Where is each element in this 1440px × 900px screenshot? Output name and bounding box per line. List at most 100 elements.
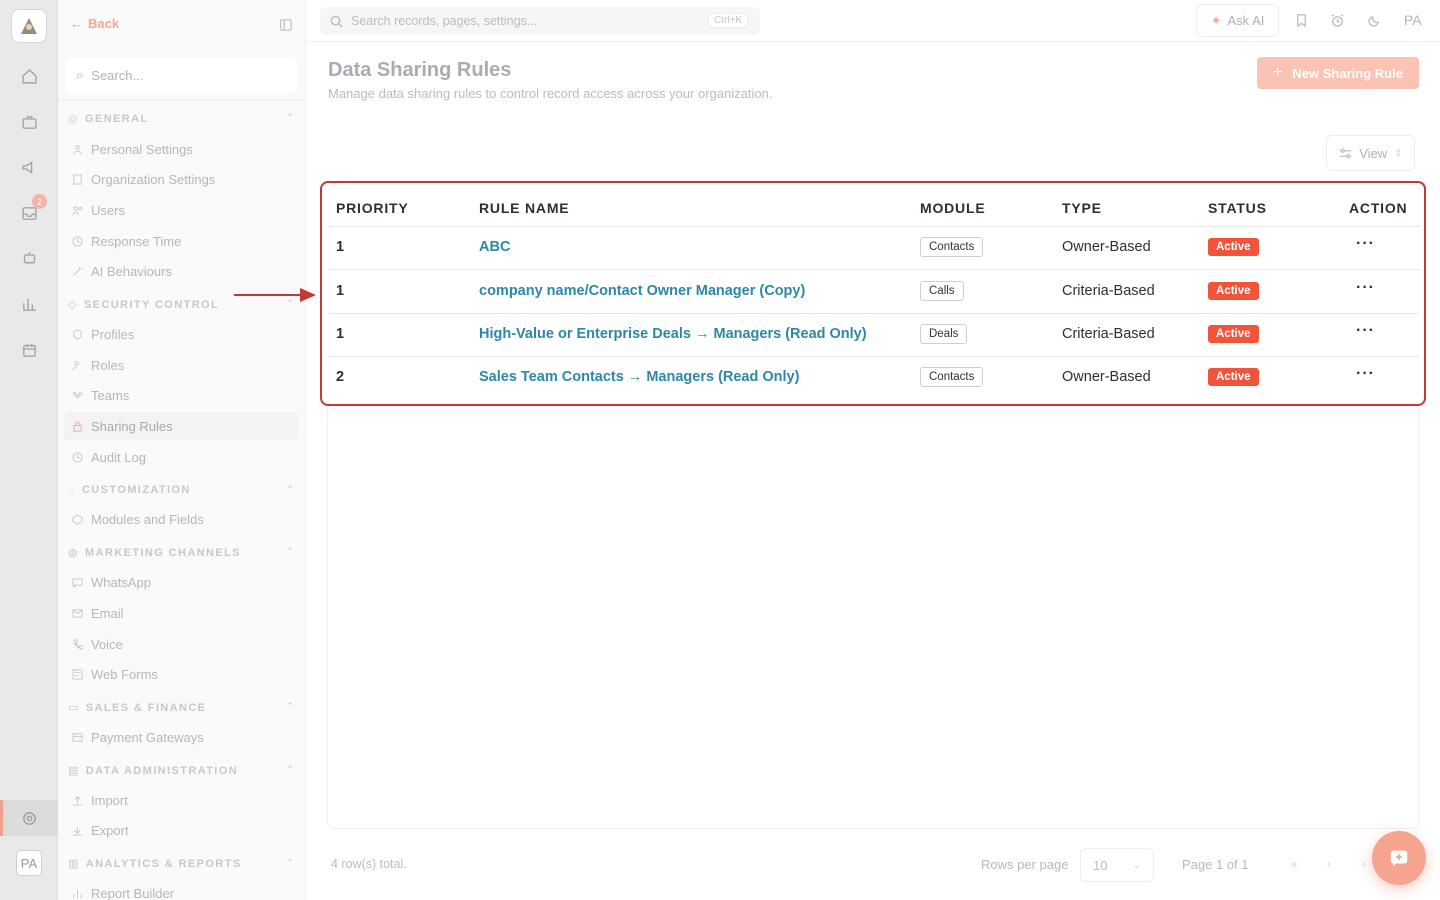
sidebar-item-roles[interactable]: Roles [72, 353, 298, 377]
type-cell: Criteria-Based [1062, 283, 1155, 299]
status-badge: Active [1208, 238, 1259, 256]
sidebar-item-ai-behaviours[interactable]: AI Behaviours [72, 259, 298, 283]
sidebar-item-teams[interactable]: Teams [72, 383, 298, 407]
sidebar-item-import[interactable]: Import [72, 788, 298, 812]
table-header: PRIORITY RULE NAME MODULE TYPE STATUS AC… [328, 187, 1420, 227]
form-icon [72, 668, 83, 680]
sidebar-item-label: Payment Gateways [91, 729, 204, 745]
download-icon [72, 826, 83, 836]
user-avatar[interactable]: PA [16, 850, 42, 876]
sidebar-item-label: Sharing Rules [91, 418, 173, 434]
sidebar-item-export[interactable]: Export [72, 818, 298, 842]
row-actions-menu-icon[interactable]: ··· [1356, 365, 1375, 383]
column-header-rule-name[interactable]: RULE NAME [479, 200, 569, 216]
phone-icon [73, 638, 83, 650]
view-label: View [1359, 145, 1388, 161]
column-header-status[interactable]: STATUS [1208, 200, 1267, 216]
back-label: Back [88, 16, 120, 31]
sidebar-item-label: Modules and Fields [91, 511, 204, 527]
table-row[interactable]: 1 company name/Contact Owner Manager (Co… [328, 271, 1420, 314]
rule-name-link[interactable]: Sales Team Contacts → Managers (Read Onl… [479, 369, 799, 385]
sidebar-item-audit-log[interactable]: Audit Log [72, 445, 298, 469]
new-sharing-rule-button[interactable]: + New Sharing Rule [1257, 57, 1419, 89]
ask-ai-button[interactable]: ✦ Ask AI [1196, 4, 1279, 37]
sidebar-item-organization-settings[interactable]: Organization Settings [72, 167, 298, 191]
sidebar-item-label: WhatsApp [91, 574, 151, 590]
chat-plus-icon [1390, 850, 1408, 867]
table-row[interactable]: 1 ABC Contacts Owner-Based Active ··· [328, 227, 1420, 270]
settings-icon[interactable] [19, 808, 39, 828]
chat-support-button[interactable] [1372, 831, 1426, 885]
sidebar-item-label: Organization Settings [91, 171, 216, 187]
home-icon[interactable] [19, 66, 39, 86]
first-page-icon[interactable]: « [1282, 852, 1306, 876]
robot-icon[interactable] [19, 248, 39, 268]
row-actions-menu-icon[interactable]: ··· [1356, 322, 1375, 340]
rows-per-page-select[interactable]: 10 ⌄ [1080, 848, 1154, 882]
section-general[interactable]: ◎ GENERAL ⌃ [68, 112, 296, 125]
sidebar-search-input[interactable]: ⌕ Search... [66, 58, 298, 92]
page-subtitle: Manage data sharing rules to control rec… [328, 86, 773, 101]
section-marketing-channels[interactable]: ◍ MARKETING CHANNELS ⌃ [68, 546, 296, 559]
chevron-updown-icon: ⇕ [1394, 147, 1402, 158]
chevron-up-icon: ⌃ [286, 701, 294, 711]
notification-badge: 2 [32, 194, 47, 209]
palette-icon: ◌ [68, 484, 76, 496]
alarm-clock-icon[interactable] [1329, 12, 1345, 28]
section-analytics-reports[interactable]: ▥ ANALYTICS & REPORTS ⌃ [68, 857, 296, 870]
sidebar-item-label: Email [91, 605, 124, 621]
rule-name-link[interactable]: High-Value or Enterprise Deals → Manager… [479, 326, 867, 342]
search-icon: ⌕ [76, 67, 84, 82]
chevron-up-icon: ⌃ [286, 764, 294, 774]
sidebar-item-voice[interactable]: Voice [72, 632, 298, 656]
column-header-module[interactable]: MODULE [920, 200, 985, 216]
previous-page-icon[interactable]: ‹ [1317, 852, 1341, 876]
table-row[interactable]: 2 Sales Team Contacts → Managers (Read O… [328, 357, 1420, 400]
sidebar-item-label: Personal Settings [91, 141, 193, 157]
back-link[interactable]: ← Back [70, 16, 119, 31]
row-actions-menu-icon[interactable]: ··· [1356, 279, 1375, 297]
column-header-type[interactable]: TYPE [1062, 200, 1102, 216]
rule-name-link[interactable]: company name/Contact Owner Manager (Copy… [479, 283, 805, 299]
sidebar-item-sharing-rules[interactable]: Sharing Rules [64, 412, 298, 440]
sidebar-collapse-icon[interactable] [279, 18, 293, 32]
section-customization[interactable]: ◌ CUSTOMIZATION ⌃ [68, 484, 296, 496]
section-data-administration[interactable]: ▤ DATA ADMINISTRATION ⌃ [68, 764, 296, 777]
view-options-button[interactable]: View ⇕ [1326, 135, 1415, 171]
user-initials[interactable]: PA [1404, 12, 1422, 28]
chart-icon[interactable] [19, 294, 39, 314]
logo-icon [21, 18, 37, 34]
clock-icon [72, 235, 83, 247]
status-badge: Active [1208, 282, 1259, 300]
sidebar-item-response-time[interactable]: Response Time [72, 229, 298, 253]
sharing-rules-table: PRIORITY RULE NAME MODULE TYPE STATUS AC… [320, 181, 1426, 406]
sidebar-item-personal-settings[interactable]: Personal Settings [72, 137, 298, 161]
sidebar-item-web-forms[interactable]: Web Forms [72, 662, 298, 686]
section-sales-finance[interactable]: ▭ SALES & FINANCE ⌃ [68, 701, 296, 714]
rule-name-link[interactable]: ABC [479, 239, 510, 255]
bookmark-icon[interactable] [1293, 12, 1309, 28]
megaphone-icon[interactable] [19, 157, 39, 177]
new-sharing-rule-label: New Sharing Rule [1292, 65, 1403, 81]
app-logo[interactable] [11, 9, 47, 43]
section-title: SALES & FINANCE [85, 701, 207, 714]
row-actions-menu-icon[interactable]: ··· [1356, 235, 1375, 253]
rows-per-page-label: Rows per page [981, 857, 1069, 872]
sidebar-item-users[interactable]: Users [72, 198, 298, 222]
settings-sidebar: ← Back ⌕ Search... ◎ GENERAL ⌃ Personal Se… [58, 0, 306, 900]
sidebar-item-label: Teams [91, 387, 130, 403]
sidebar-item-label: AI Behaviours [91, 263, 172, 279]
column-header-priority[interactable]: PRIORITY [336, 200, 409, 216]
briefcase-icon[interactable] [19, 112, 39, 132]
rows-total-text: 4 row(s) total. [331, 857, 407, 871]
moon-icon[interactable] [1366, 12, 1382, 28]
calendar-icon[interactable] [19, 340, 39, 360]
sidebar-item-whatsapp[interactable]: WhatsApp [72, 570, 298, 594]
global-search-input[interactable]: Search records, pages, settings... Ctrl+… [320, 7, 760, 35]
table-row[interactable]: 1 High-Value or Enterprise Deals → Manag… [328, 314, 1420, 357]
sidebar-item-modules-and-fields[interactable]: Modules and Fields [72, 507, 298, 531]
sidebar-item-payment-gateways[interactable]: Payment Gateways [72, 725, 298, 749]
sidebar-item-report-builder[interactable]: Report Builder [72, 881, 298, 900]
sidebar-item-profiles[interactable]: Profiles [72, 322, 298, 346]
sidebar-item-email[interactable]: Email [72, 601, 298, 625]
